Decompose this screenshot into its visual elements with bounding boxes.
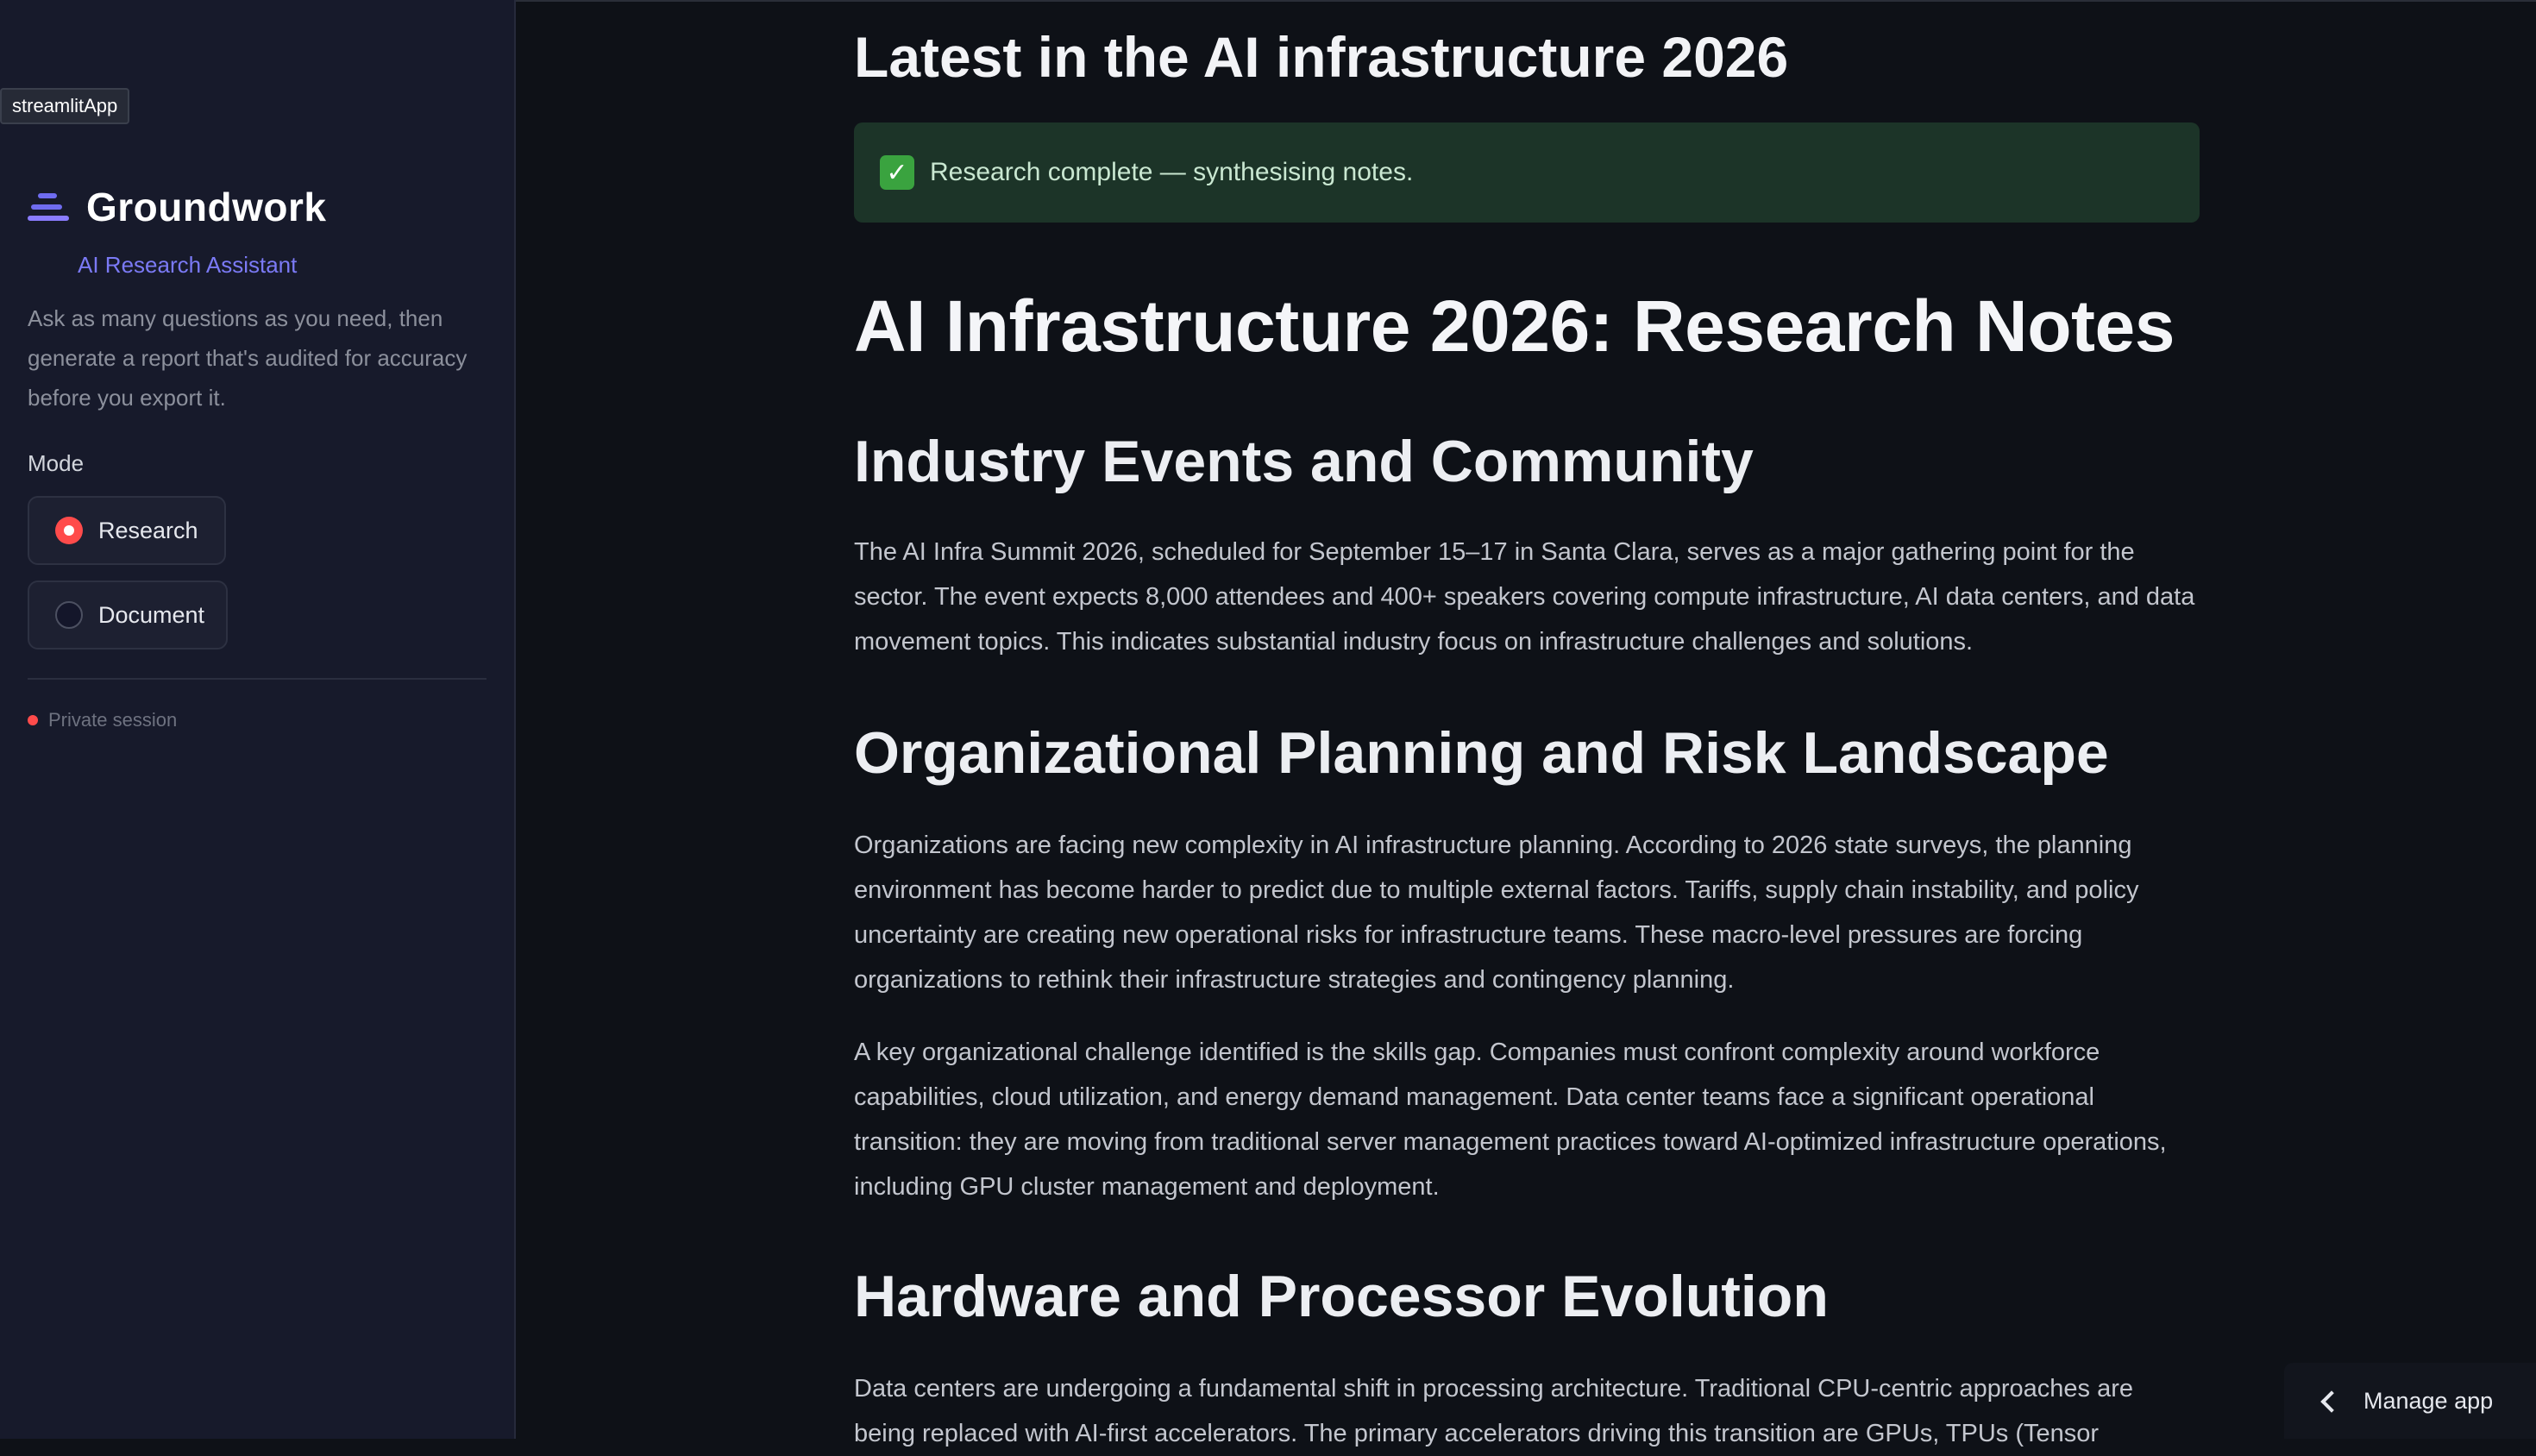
brand-title: Groundwork [86,185,327,229]
mode-option-label: Research [98,517,198,543]
mode-option-label: Document [98,601,205,628]
app-tag: streamlitApp [0,88,130,124]
sidebar: streamlitApp Groundwork AI Research Assi… [0,0,516,1439]
brand-subtitle: AI Research Assistant [78,252,298,278]
sidebar-divider [28,678,486,680]
status-dot-icon [28,715,38,725]
radio-unselected-icon [55,601,83,629]
mode-label: Mode [28,450,85,476]
chevron-left-icon [2319,1391,2338,1410]
notes-title: AI Infrastructure 2026: Research Notes [854,286,2175,367]
query-title: Latest in the AI infrastructure 2026 [854,25,1789,89]
section-paragraph: The AI Infra Summit 2026, scheduled for … [854,538,2195,656]
mode-option-research[interactable]: Research [28,496,226,565]
layers-icon [28,190,69,224]
manage-app-button[interactable]: Manage app [2284,1363,2536,1439]
sidebar-description: Ask as many questions as you need, then … [28,305,468,411]
section-heading: Organizational Planning and Risk Landsca… [854,720,2109,786]
section-paragraph: Organizations are facing new complexity … [854,832,2139,994]
brand: Groundwork [28,181,326,233]
session-status-label: Private session [48,709,178,731]
section-heading: Hardware and Processor Evolution [854,1264,1829,1329]
section-heading: Industry Events and Community [854,429,1754,494]
manage-app-label: Manage app [2363,1387,2494,1414]
session-status: Private session [28,709,177,731]
mode-option-document[interactable]: Document [28,581,228,650]
success-alert: ✓ Research complete — synthesising notes… [854,122,2200,223]
section-paragraph: A key organizational challenge identifie… [854,1039,2167,1201]
alert-text: Research complete — synthesising notes. [930,158,1414,186]
check-mark-icon: ✓ [880,155,914,190]
section-paragraph: Data centers are undergoing a fundamenta… [854,1375,2134,1447]
radio-selected-icon [55,517,83,544]
